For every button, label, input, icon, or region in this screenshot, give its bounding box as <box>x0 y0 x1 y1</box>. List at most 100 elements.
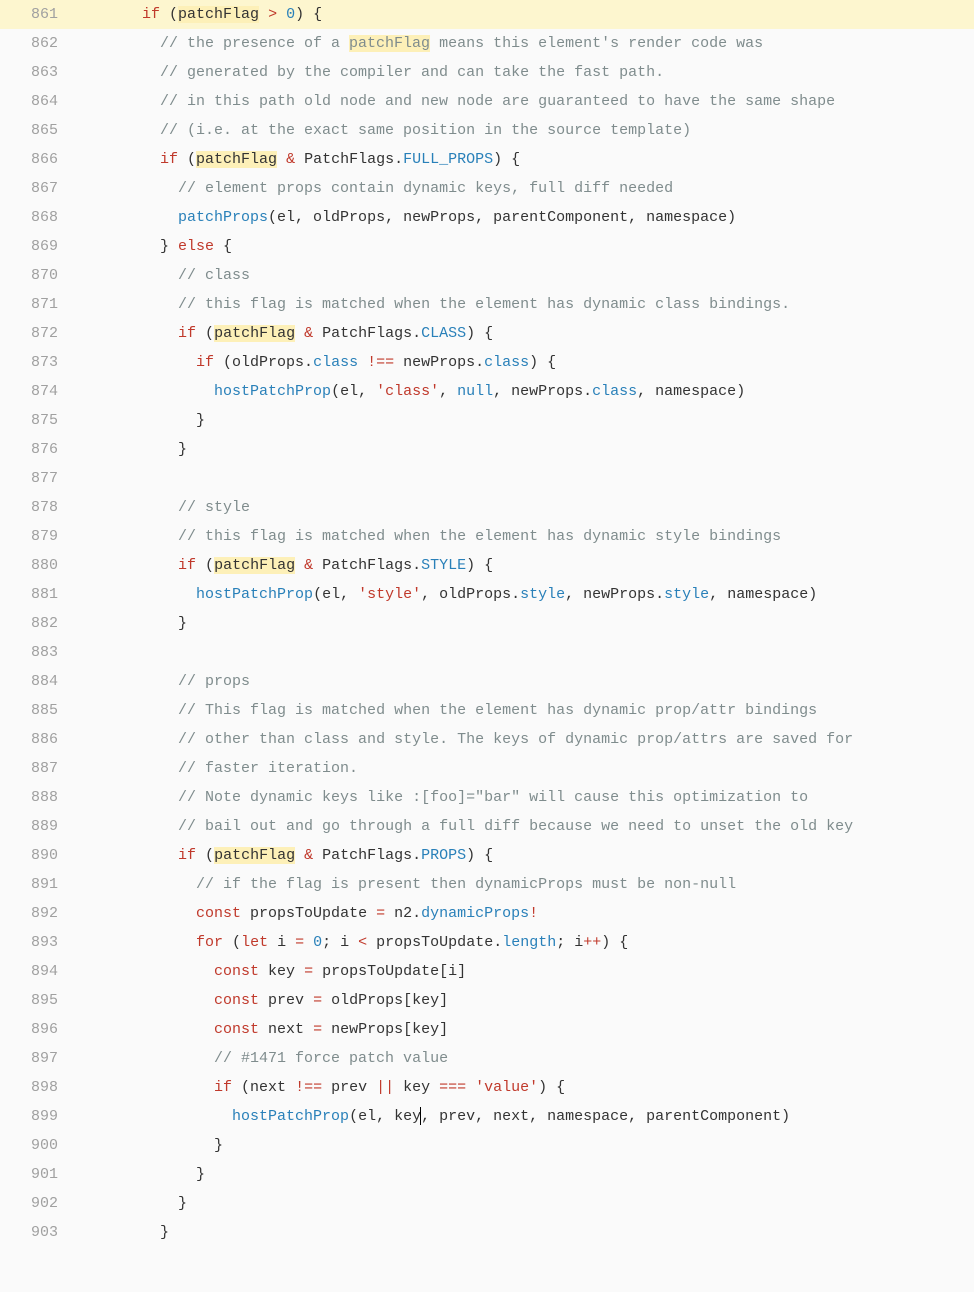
code-line[interactable]: 891 // if the flag is present then dynam… <box>0 870 974 899</box>
line-content[interactable]: // #1471 force patch value <box>70 1044 974 1073</box>
code-line[interactable]: 886 // other than class and style. The k… <box>0 725 974 754</box>
code-line[interactable]: 893 for (let i = 0; i < propsToUpdate.le… <box>0 928 974 957</box>
code-line[interactable]: 875 } <box>0 406 974 435</box>
line-content[interactable]: // this flag is matched when the element… <box>70 522 974 551</box>
code-line[interactable]: 871 // this flag is matched when the ele… <box>0 290 974 319</box>
line-content[interactable]: hostPatchProp(el, key, prev, next, names… <box>70 1102 974 1131</box>
code-line[interactable]: 890 if (patchFlag & PatchFlags.PROPS) { <box>0 841 974 870</box>
line-content[interactable]: if (patchFlag & PatchFlags.PROPS) { <box>70 841 974 870</box>
line-content[interactable] <box>70 464 974 493</box>
code-line[interactable]: 897 // #1471 force patch value <box>0 1044 974 1073</box>
code-line[interactable]: 882 } <box>0 609 974 638</box>
code-line[interactable]: 867 // element props contain dynamic key… <box>0 174 974 203</box>
line-number: 887 <box>0 754 70 783</box>
code-line[interactable]: 876 } <box>0 435 974 464</box>
code-line[interactable]: 888 // Note dynamic keys like :[foo]="ba… <box>0 783 974 812</box>
code-line[interactable]: 902 } <box>0 1189 974 1218</box>
line-number: 871 <box>0 290 70 319</box>
code-line[interactable]: 881 hostPatchProp(el, 'style', oldProps.… <box>0 580 974 609</box>
line-number: 867 <box>0 174 70 203</box>
line-content[interactable]: if (next !== prev || key === 'value') { <box>70 1073 974 1102</box>
line-number: 891 <box>0 870 70 899</box>
line-content[interactable]: } <box>70 1131 974 1160</box>
line-content[interactable]: patchProps(el, oldProps, newProps, paren… <box>70 203 974 232</box>
line-number: 885 <box>0 696 70 725</box>
code-line[interactable]: 873 if (oldProps.class !== newProps.clas… <box>0 348 974 377</box>
code-line[interactable]: 901 } <box>0 1160 974 1189</box>
line-content[interactable]: if (oldProps.class !== newProps.class) { <box>70 348 974 377</box>
line-content[interactable]: // props <box>70 667 974 696</box>
code-line[interactable]: 896 const next = newProps[key] <box>0 1015 974 1044</box>
code-line[interactable]: 884 // props <box>0 667 974 696</box>
line-content[interactable]: if (patchFlag & PatchFlags.FULL_PROPS) { <box>70 145 974 174</box>
line-number: 884 <box>0 667 70 696</box>
line-number: 878 <box>0 493 70 522</box>
line-content[interactable]: if (patchFlag > 0) { <box>70 0 974 29</box>
line-content[interactable]: // style <box>70 493 974 522</box>
code-line[interactable]: 864 // in this path old node and new nod… <box>0 87 974 116</box>
code-line[interactable]: 862 // the presence of a patchFlag means… <box>0 29 974 58</box>
line-content[interactable]: // bail out and go through a full diff b… <box>70 812 974 841</box>
line-number: 894 <box>0 957 70 986</box>
line-content[interactable]: // generated by the compiler and can tak… <box>70 58 974 87</box>
line-content[interactable]: } <box>70 1160 974 1189</box>
line-content[interactable]: } <box>70 435 974 464</box>
code-line[interactable]: 866 if (patchFlag & PatchFlags.FULL_PROP… <box>0 145 974 174</box>
line-content[interactable]: } <box>70 609 974 638</box>
code-line[interactable]: 880 if (patchFlag & PatchFlags.STYLE) { <box>0 551 974 580</box>
line-number: 883 <box>0 638 70 667</box>
line-content[interactable]: } <box>70 406 974 435</box>
line-content[interactable]: // Note dynamic keys like :[foo]="bar" w… <box>70 783 974 812</box>
code-line[interactable]: 885 // This flag is matched when the ele… <box>0 696 974 725</box>
code-line[interactable]: 900 } <box>0 1131 974 1160</box>
code-line[interactable]: 878 // style <box>0 493 974 522</box>
line-content[interactable]: } <box>70 1189 974 1218</box>
line-content[interactable]: // if the flag is present then dynamicPr… <box>70 870 974 899</box>
line-content[interactable]: } else { <box>70 232 974 261</box>
line-content[interactable] <box>70 638 974 667</box>
code-line[interactable]: 899 hostPatchProp(el, key, prev, next, n… <box>0 1102 974 1131</box>
code-line[interactable]: 895 const prev = oldProps[key] <box>0 986 974 1015</box>
line-content[interactable]: hostPatchProp(el, 'class', null, newProp… <box>70 377 974 406</box>
line-content[interactable]: // class <box>70 261 974 290</box>
code-line[interactable]: 861 if (patchFlag > 0) { <box>0 0 974 29</box>
code-line[interactable]: 883 <box>0 638 974 667</box>
code-editor[interactable]: 861 if (patchFlag > 0) {862 // the prese… <box>0 0 974 1247</box>
line-content[interactable]: const prev = oldProps[key] <box>70 986 974 1015</box>
line-number: 866 <box>0 145 70 174</box>
code-line[interactable]: 865 // (i.e. at the exact same position … <box>0 116 974 145</box>
line-content[interactable]: const key = propsToUpdate[i] <box>70 957 974 986</box>
code-line[interactable]: 892 const propsToUpdate = n2.dynamicProp… <box>0 899 974 928</box>
line-content[interactable]: const next = newProps[key] <box>70 1015 974 1044</box>
code-line[interactable]: 903 } <box>0 1218 974 1247</box>
code-line[interactable]: 894 const key = propsToUpdate[i] <box>0 957 974 986</box>
code-line[interactable]: 868 patchProps(el, oldProps, newProps, p… <box>0 203 974 232</box>
line-content[interactable]: // element props contain dynamic keys, f… <box>70 174 974 203</box>
code-line[interactable]: 874 hostPatchProp(el, 'class', null, new… <box>0 377 974 406</box>
line-content[interactable]: if (patchFlag & PatchFlags.CLASS) { <box>70 319 974 348</box>
line-content[interactable]: // This flag is matched when the element… <box>70 696 974 725</box>
line-content[interactable]: const propsToUpdate = n2.dynamicProps! <box>70 899 974 928</box>
line-content[interactable]: } <box>70 1218 974 1247</box>
code-line[interactable]: 870 // class <box>0 261 974 290</box>
code-line[interactable]: 879 // this flag is matched when the ele… <box>0 522 974 551</box>
line-number: 902 <box>0 1189 70 1218</box>
line-content[interactable]: // in this path old node and new node ar… <box>70 87 974 116</box>
code-line[interactable]: 889 // bail out and go through a full di… <box>0 812 974 841</box>
line-content[interactable]: // other than class and style. The keys … <box>70 725 974 754</box>
code-line[interactable]: 877 <box>0 464 974 493</box>
code-line[interactable]: 869 } else { <box>0 232 974 261</box>
line-content[interactable]: // faster iteration. <box>70 754 974 783</box>
line-content[interactable]: if (patchFlag & PatchFlags.STYLE) { <box>70 551 974 580</box>
line-content[interactable]: for (let i = 0; i < propsToUpdate.length… <box>70 928 974 957</box>
line-content[interactable]: // (i.e. at the exact same position in t… <box>70 116 974 145</box>
code-line[interactable]: 887 // faster iteration. <box>0 754 974 783</box>
line-content[interactable]: // the presence of a patchFlag means thi… <box>70 29 974 58</box>
code-line[interactable]: 863 // generated by the compiler and can… <box>0 58 974 87</box>
line-number: 896 <box>0 1015 70 1044</box>
line-content[interactable]: hostPatchProp(el, 'style', oldProps.styl… <box>70 580 974 609</box>
line-content[interactable]: // this flag is matched when the element… <box>70 290 974 319</box>
code-line[interactable]: 898 if (next !== prev || key === 'value'… <box>0 1073 974 1102</box>
line-number: 863 <box>0 58 70 87</box>
code-line[interactable]: 872 if (patchFlag & PatchFlags.CLASS) { <box>0 319 974 348</box>
